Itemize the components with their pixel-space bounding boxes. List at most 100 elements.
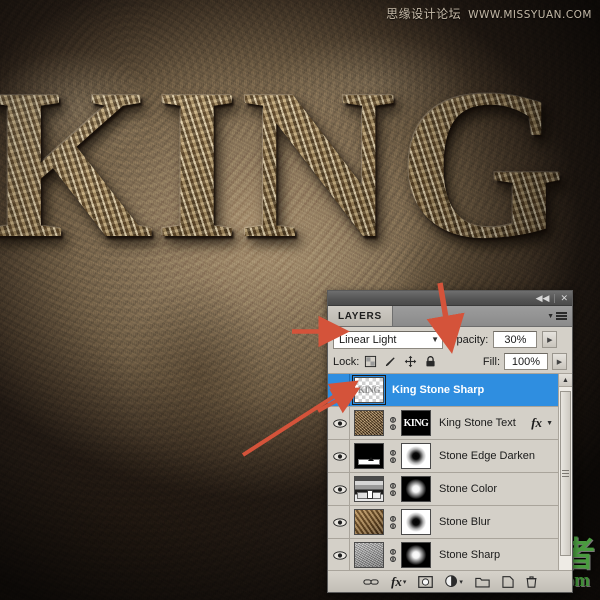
tabbar-filler <box>393 306 542 326</box>
layer-name[interactable]: King Stone Text <box>435 417 527 429</box>
opacity-input[interactable]: 30% <box>493 331 538 348</box>
layer-visibility-toggle[interactable] <box>331 506 350 538</box>
panel-bottom-toolbar: fx ▾ ▾ <box>328 570 572 592</box>
chevron-down-icon: ▼ <box>431 335 439 344</box>
chain-link-icon <box>389 449 396 463</box>
blend-opacity-row: Linear Light ▼ Opacity: 30% ▶ <box>328 327 572 350</box>
link-layers-icon[interactable] <box>363 577 379 587</box>
mask-icon <box>418 575 434 588</box>
layer-thumbnail[interactable] <box>354 476 384 502</box>
titlebar-divider <box>554 293 556 303</box>
lock-all-icon[interactable] <box>424 355 437 368</box>
layer-thumbnail[interactable] <box>354 509 384 535</box>
scrollbar-track[interactable] <box>559 387 572 570</box>
chain-link-icon <box>389 416 396 430</box>
layer-mask-link-icon[interactable] <box>388 416 397 430</box>
lock-label: Lock: <box>333 355 360 368</box>
layer-thumbnail[interactable]: KING <box>352 375 386 405</box>
layer-name[interactable]: Stone Blur <box>435 516 555 528</box>
lock-transparency-icon[interactable] <box>364 355 377 368</box>
table-row[interactable]: Stone Blur <box>328 506 558 539</box>
layer-mask-link-icon[interactable] <box>388 449 397 463</box>
fill-slider-button[interactable]: ▶ <box>552 353 567 370</box>
table-row[interactable]: KING King Stone Sharp <box>328 374 558 407</box>
scrollbar-thumb[interactable] <box>560 391 571 556</box>
lock-position-icon[interactable] <box>404 355 417 368</box>
layer-mask-text: KING <box>403 417 429 429</box>
layer-thumbnail[interactable] <box>354 542 384 568</box>
fill-value: 100% <box>511 355 541 368</box>
layer-name[interactable]: Stone Color <box>435 483 555 495</box>
layer-thumbnail[interactable] <box>354 410 384 436</box>
scroll-up-arrow-icon[interactable]: ▲ <box>559 374 572 387</box>
layer-visibility-toggle[interactable] <box>331 374 350 406</box>
layer-mask-thumbnail[interactable] <box>401 542 431 568</box>
layer-mask-link-icon[interactable] <box>388 515 397 529</box>
panel-titlebar: ◀◀ ✕ <box>328 291 572 306</box>
screenshot-stage: KING 思缘设计论坛 WWW.MISSYUAN.COM PS爱好者 www.p… <box>0 0 600 600</box>
collapse-panel-icon[interactable]: ◀◀ <box>536 293 550 303</box>
layer-mask-thumbnail[interactable]: KING <box>401 410 431 436</box>
opacity-slider-button[interactable]: ▶ <box>542 331 558 348</box>
layer-visibility-toggle[interactable] <box>331 407 350 439</box>
chain-icon <box>363 578 379 585</box>
eye-icon <box>333 484 347 494</box>
fill-label: Fill: <box>482 355 500 368</box>
chain-link-icon <box>389 482 396 496</box>
eye-icon <box>333 550 347 560</box>
table-row[interactable]: Stone Edge Darken <box>328 440 558 473</box>
layer-visibility-toggle[interactable] <box>331 473 350 505</box>
eye-icon <box>333 418 347 428</box>
layer-name[interactable]: King Stone Sharp <box>388 384 555 396</box>
layer-list-wrap: KING King Stone Sharp KING King Stone Te… <box>328 374 572 570</box>
fill-input[interactable]: 100% <box>504 353 548 370</box>
add-layer-style-icon[interactable]: fx ▾ <box>391 574 406 590</box>
layer-list-scrollbar[interactable]: ▲ <box>558 374 572 570</box>
eye-icon <box>333 385 347 395</box>
layer-name[interactable]: Stone Sharp <box>435 549 555 561</box>
chain-link-icon <box>389 548 396 562</box>
add-layer-mask-icon[interactable] <box>418 575 434 588</box>
watermark-top: 思缘设计论坛 WWW.MISSYUAN.COM <box>386 5 592 22</box>
chevron-down-icon: ▾ <box>402 578 407 586</box>
tab-layers[interactable]: LAYERS <box>328 306 393 326</box>
lock-image-icon[interactable] <box>384 355 397 368</box>
layer-mask-link-icon[interactable] <box>388 482 397 496</box>
layer-thumbnail-text: KING <box>357 385 381 395</box>
folder-icon <box>475 577 490 587</box>
new-adjustment-layer-icon[interactable]: ▾ <box>445 575 463 588</box>
chevron-down-icon[interactable]: ▼ <box>546 420 553 427</box>
layer-mask-link-icon[interactable] <box>388 548 397 562</box>
layer-style-fx-icon: fx <box>531 415 543 430</box>
layer-visibility-toggle[interactable] <box>331 440 350 472</box>
tab-layers-label: LAYERS <box>338 310 382 322</box>
layer-mask-thumbnail[interactable] <box>401 476 431 502</box>
layer-mask-thumbnail[interactable] <box>401 443 431 469</box>
layers-panel: ◀◀ ✕ LAYERS ▼ Linear Light ▼ Opacity: 30… <box>327 290 573 593</box>
panel-menu-icon[interactable]: ▼ <box>542 306 572 326</box>
fill-group: Fill: 100% ▶ <box>483 353 567 370</box>
half-circle-icon <box>445 575 458 588</box>
page-icon <box>502 575 514 588</box>
new-layer-icon[interactable] <box>502 575 514 588</box>
watermark-top-cn: 思缘设计论坛 <box>386 7 462 21</box>
table-row[interactable]: Stone Sharp <box>328 539 558 570</box>
new-group-icon[interactable] <box>475 576 490 588</box>
eye-icon <box>333 451 347 461</box>
lock-fill-row: Lock: Fill: 100% ▶ <box>328 350 572 374</box>
blend-mode-select[interactable]: Linear Light ▼ <box>333 330 443 349</box>
layer-effects-group[interactable]: fx ▼ <box>531 415 555 431</box>
close-icon[interactable]: ✕ <box>560 293 568 303</box>
chevron-down-icon: ▼ <box>547 312 554 320</box>
fx-glyph-icon: fx <box>391 573 402 589</box>
table-row[interactable]: Stone Color <box>328 473 558 506</box>
delete-layer-icon[interactable] <box>526 575 537 588</box>
blend-mode-value: Linear Light <box>339 333 397 346</box>
table-row[interactable]: KING King Stone Text fx ▼ <box>328 407 558 440</box>
layer-thumbnail[interactable] <box>354 443 384 469</box>
layer-name[interactable]: Stone Edge Darken <box>435 450 555 462</box>
hamburger-icon <box>556 312 567 320</box>
layer-mask-thumbnail[interactable] <box>401 509 431 535</box>
layer-visibility-toggle[interactable] <box>331 539 350 570</box>
eye-icon <box>333 517 347 527</box>
